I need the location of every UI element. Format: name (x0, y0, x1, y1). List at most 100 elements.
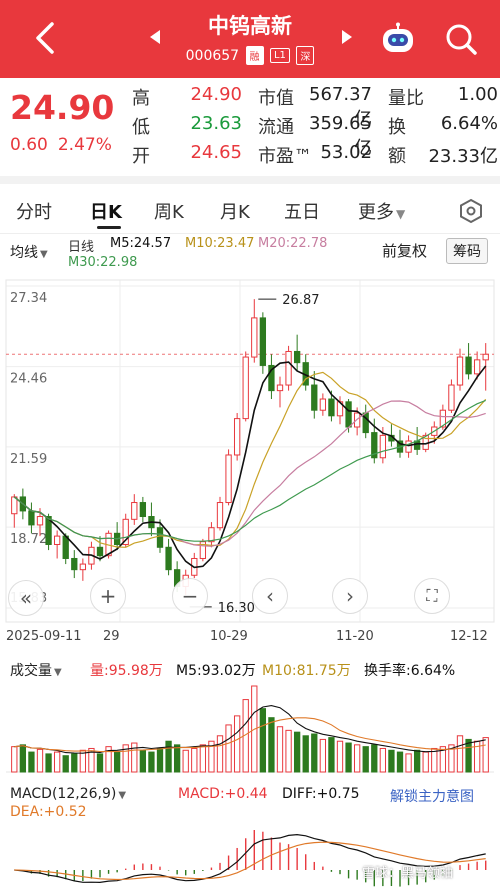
candle-body (156, 527, 164, 548)
volume-bar (71, 753, 78, 773)
y-tick-label: 18.72 (10, 532, 47, 547)
candle-body (36, 516, 44, 526)
turnover-label: 换手率:6.64% (364, 660, 455, 680)
next-stock-icon[interactable] (340, 28, 354, 46)
x-tick-label: 12-12 (450, 629, 488, 644)
quote-panel: 24.90 0.60 2.47% 高 24.90 市值 567.37亿 量比 1.00 低 23… (0, 78, 500, 170)
scroll-right-button[interactable]: › (332, 578, 368, 614)
volume-bar (259, 708, 267, 773)
settings-hexagon-icon[interactable] (458, 198, 484, 224)
volume-bar (182, 749, 189, 773)
zoom-out-button[interactable]: − (172, 578, 208, 614)
stat-label: 流通 (258, 117, 294, 138)
volume-bar (45, 753, 52, 773)
macd-selector-label: MACD(12,26,9) (10, 786, 117, 802)
candle-body (465, 356, 472, 375)
volume-bar (336, 740, 344, 773)
kline-legend: 均线 ▼ 日线 M5:24.57 M10:23.47 M20:22.78 M30:… (0, 234, 500, 274)
candle-body (233, 418, 241, 456)
candle-body (276, 384, 284, 392)
volume-bar (353, 744, 361, 773)
volume-ma10: M10:81.75万 (262, 663, 351, 679)
volume-bar (456, 735, 464, 773)
volume-bar (96, 753, 104, 773)
adjust-mode-button[interactable]: 前复权 (382, 240, 427, 261)
ma20-line (13, 400, 486, 547)
candle-body (328, 398, 335, 417)
stat-value: 1.00 (457, 84, 498, 105)
candle-body (62, 535, 69, 559)
candle-body (28, 510, 35, 526)
volume-bar (302, 735, 309, 773)
volume-bar (139, 749, 147, 773)
search-icon[interactable] (444, 22, 478, 56)
candle-body (482, 353, 489, 361)
candle-body (251, 317, 258, 358)
tab-five-day[interactable]: 五日 (284, 198, 320, 224)
candle-body (79, 563, 87, 571)
assistant-robot-icon[interactable] (380, 22, 416, 54)
volume-bar (285, 729, 292, 773)
macd-selector[interactable]: MACD(12,26,9) ▼ (10, 786, 126, 802)
zoom-out-fast-button[interactable]: « (8, 580, 44, 616)
section-divider (0, 176, 500, 184)
candle-body (208, 527, 215, 543)
volume-bar (465, 738, 472, 773)
volume-bar (233, 715, 241, 773)
scroll-left-button[interactable]: ‹ (252, 578, 288, 614)
indicator-selector[interactable]: 均线 ▼ (10, 242, 48, 262)
candle-body (53, 535, 61, 545)
volume-bar (371, 744, 378, 773)
stat-label: 高 (132, 88, 150, 109)
stat-label: 开 (132, 146, 150, 167)
candle-body (242, 356, 249, 420)
fullscreen-icon[interactable]: ⛶ (414, 578, 450, 614)
tab-daily-k[interactable]: 日K (90, 198, 122, 224)
stat-label: 换 (388, 117, 406, 138)
volume-bar (388, 749, 395, 773)
volume-bar (405, 753, 412, 773)
volume-bar (293, 731, 301, 773)
quote-row: 低 23.63 流通 359.65亿换 6.64% (0, 113, 500, 159)
volume-ma10-line (14, 717, 486, 753)
volume-bar (413, 749, 421, 773)
chevron-down-icon: ▼ (118, 790, 127, 801)
stat-value: 23.63 (190, 113, 242, 134)
candle-body (345, 401, 352, 428)
stock-header: 中钨高新 000657 融 L1 深 (0, 0, 500, 78)
prev-stock-icon[interactable] (148, 28, 162, 46)
macd-legend: MACD(12,26,9) ▼ MACD:+0.44 DIFF:+0.75 解锁主… (0, 782, 500, 822)
volume-selector-label: 成交量 (10, 663, 52, 679)
chips-button[interactable]: 筹码 (446, 238, 488, 264)
volume-bar (225, 724, 232, 773)
volume-bar (156, 747, 164, 773)
x-tick-label: 11-20 (336, 629, 374, 644)
tab-monthly-k[interactable]: 月K (220, 198, 250, 224)
tab-more[interactable]: 更多 ▼ (358, 198, 405, 224)
volume-selector[interactable]: 成交量 ▼ (10, 660, 62, 680)
unlock-main-intent-link[interactable]: 解锁主力意图 (390, 786, 474, 806)
candle-body (259, 317, 267, 366)
volume-bar (482, 737, 489, 773)
volume-value: 量:95.98万 (90, 663, 163, 679)
ma30-line (13, 399, 486, 542)
volume-bar (379, 747, 387, 773)
stat-value: 6.64% (440, 113, 498, 134)
volume-bar (173, 744, 181, 773)
min-price-label: 16.30 (218, 601, 255, 616)
stat-value: 24.90 (190, 84, 242, 105)
volume-bar (199, 744, 207, 773)
candle-body (165, 546, 172, 571)
y-tick-label: 21.59 (10, 452, 47, 467)
volume-bar (422, 751, 429, 773)
volume-bar (268, 717, 275, 773)
quote-row: 开 24.65 市盈™ 53.02 额 23.33亿 (0, 142, 500, 168)
volume-bar (19, 744, 27, 773)
tab-weekly-k[interactable]: 周K (154, 198, 184, 224)
volume-bar (216, 735, 224, 773)
zoom-in-button[interactable]: + (90, 578, 126, 614)
tab-intraday[interactable]: 分时 (16, 198, 52, 224)
volume-bar (345, 742, 352, 773)
volume-bar (131, 742, 138, 773)
volume-bar (11, 746, 18, 773)
